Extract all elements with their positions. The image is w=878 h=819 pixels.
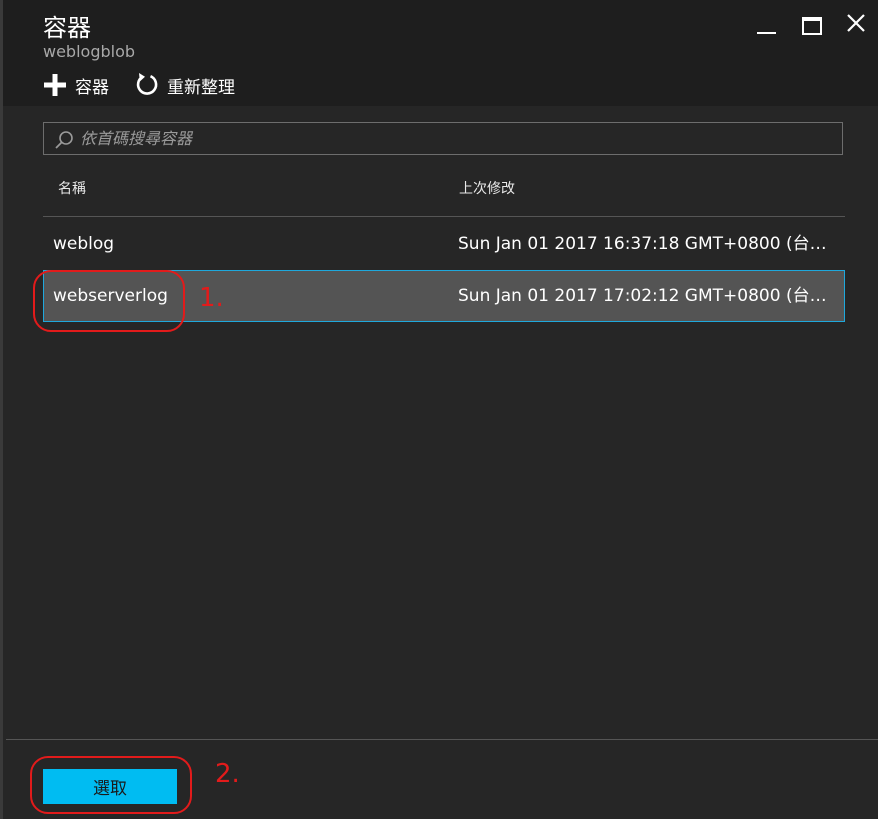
footer-divider <box>6 739 878 740</box>
add-container-button[interactable]: 容器 <box>43 73 109 98</box>
table-row[interactable]: weblog Sun Jan 01 2017 16:37:18 GMT+0800… <box>43 218 845 270</box>
search-icon <box>55 131 73 149</box>
annotation-circle-step1 <box>33 270 185 332</box>
search-box[interactable] <box>43 122 843 155</box>
blade-header: 容器 weblogblob 容器 重新整理 <box>3 0 878 106</box>
minimize-icon[interactable] <box>755 12 781 38</box>
last-modified-cell: Sun Jan 01 2017 16:37:18 GMT+0800 (台北標..… <box>458 234 843 254</box>
column-header-last-modified[interactable]: 上次修改 <box>459 178 515 198</box>
search-input[interactable] <box>80 123 830 154</box>
command-bar: 容器 重新整理 <box>43 70 235 100</box>
add-container-label: 容器 <box>75 77 109 98</box>
column-header-name[interactable]: 名稱 <box>58 178 86 198</box>
close-icon[interactable] <box>845 12 871 38</box>
blade-panel: 容器 weblogblob 容器 重新整理 依首碼搜尋容器 名稱 上次修改 we… <box>0 0 878 819</box>
maximize-icon[interactable] <box>800 12 826 38</box>
refresh-button[interactable]: 重新整理 <box>135 72 235 98</box>
blade-title: 容器 <box>43 14 91 42</box>
header-divider <box>43 216 845 217</box>
refresh-label: 重新整理 <box>167 77 235 98</box>
annotation-label-step2: 2. <box>215 759 240 789</box>
last-modified-cell: Sun Jan 01 2017 17:02:12 GMT+0800 (台北標..… <box>458 286 843 306</box>
annotation-circle-step2 <box>30 756 192 814</box>
refresh-icon <box>136 73 158 95</box>
blade-subtitle: weblogblob <box>43 42 136 61</box>
plus-icon <box>44 74 66 96</box>
annotation-label-step1: 1. <box>199 283 224 313</box>
container-name-cell: weblog <box>53 234 115 254</box>
